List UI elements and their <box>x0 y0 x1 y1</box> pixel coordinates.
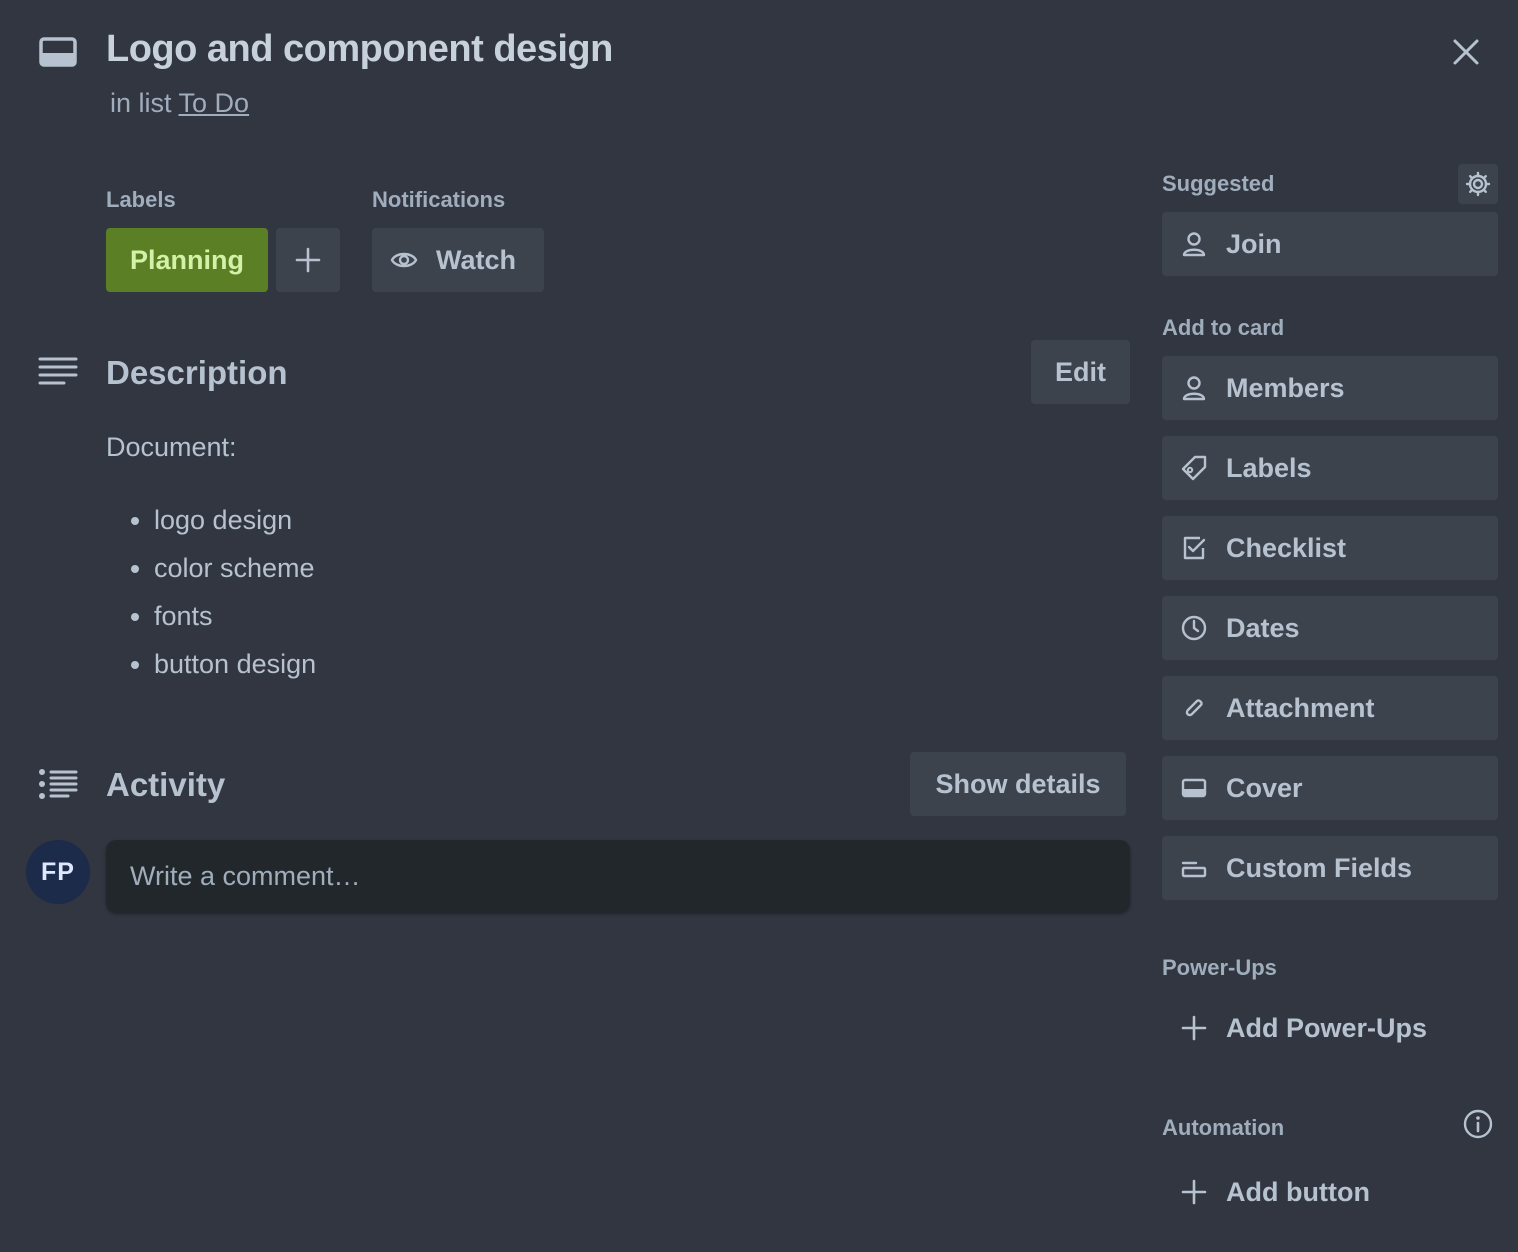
suggested-heading: Suggested <box>1162 171 1275 196</box>
avatar[interactable]: FP <box>26 840 90 904</box>
comment-input[interactable]: Write a comment… <box>106 840 1130 912</box>
label-chip-planning[interactable]: Planning <box>106 228 268 292</box>
join-button[interactable]: Join <box>1162 212 1498 276</box>
list-item: color scheme <box>154 546 316 594</box>
paperclip-icon <box>1185 699 1203 717</box>
description-intro: Document: <box>106 432 237 462</box>
checklist-icon <box>1183 536 1206 560</box>
watch-label: Watch <box>436 244 516 275</box>
custom-fields-label: Custom Fields <box>1226 852 1413 883</box>
clock-icon <box>1181 615 1207 641</box>
power-ups-heading: Power-Ups <box>1162 955 1277 980</box>
notifications-heading: Notifications <box>372 187 506 212</box>
add-button-label: Add button <box>1226 1176 1370 1207</box>
plus-icon <box>1181 1015 1207 1041</box>
tag-icon <box>1181 455 1207 481</box>
description-icon <box>38 356 78 392</box>
custom-fields-button[interactable]: Custom Fields <box>1162 836 1498 900</box>
attachment-label: Attachment <box>1226 692 1375 723</box>
list-link[interactable]: To Do <box>179 88 250 118</box>
cover-label: Cover <box>1226 772 1303 803</box>
card-subtitle: in list To Do <box>110 88 249 119</box>
close-icon[interactable] <box>1444 30 1488 74</box>
description-title: Description <box>106 354 288 391</box>
add-label-button[interactable] <box>276 228 340 292</box>
watch-button[interactable]: Watch <box>372 228 544 292</box>
cover-button[interactable]: Cover <box>1162 756 1498 820</box>
labels-label: Labels <box>1226 452 1312 483</box>
edit-description-button[interactable]: Edit <box>1031 340 1130 404</box>
subtitle-prefix: in list <box>110 88 172 118</box>
members-label: Members <box>1226 372 1345 403</box>
eye-icon <box>390 252 418 268</box>
members-button[interactable]: Members <box>1162 356 1498 420</box>
add-to-card-heading: Add to card <box>1162 315 1285 340</box>
cover-icon <box>1181 778 1207 798</box>
info-icon[interactable] <box>1460 1106 1496 1142</box>
custom-fields-icon <box>1181 861 1207 878</box>
attachment-button[interactable]: Attachment <box>1162 676 1498 740</box>
automation-heading: Automation <box>1162 1115 1285 1140</box>
list-item: logo design <box>154 498 316 546</box>
plus-icon <box>295 247 321 273</box>
add-power-ups-label: Add Power-Ups <box>1226 1012 1428 1043</box>
add-power-ups-button[interactable]: Add Power-Ups <box>1162 996 1498 1060</box>
join-label: Join <box>1226 228 1282 259</box>
gear-icon[interactable] <box>1458 164 1498 204</box>
dates-button[interactable]: Dates <box>1162 596 1498 660</box>
activity-icon <box>38 768 78 804</box>
card-title[interactable]: Logo and component design <box>106 28 613 71</box>
person-icon <box>1182 232 1206 257</box>
list-item: button design <box>154 642 316 690</box>
labels-heading: Labels <box>106 187 176 212</box>
show-details-button[interactable]: Show details <box>910 752 1126 816</box>
activity-title: Activity <box>106 766 226 803</box>
labels-button[interactable]: Labels <box>1162 436 1498 500</box>
description-list: logo design color scheme fonts button de… <box>106 498 316 690</box>
checklist-label: Checklist <box>1226 532 1347 563</box>
list-item: fonts <box>154 594 316 642</box>
person-icon <box>1182 376 1206 401</box>
dates-label: Dates <box>1226 612 1300 643</box>
card-icon <box>38 36 78 68</box>
checklist-button[interactable]: Checklist <box>1162 516 1498 580</box>
plus-icon <box>1181 1179 1207 1205</box>
add-automation-button[interactable]: Add button <box>1162 1160 1498 1224</box>
